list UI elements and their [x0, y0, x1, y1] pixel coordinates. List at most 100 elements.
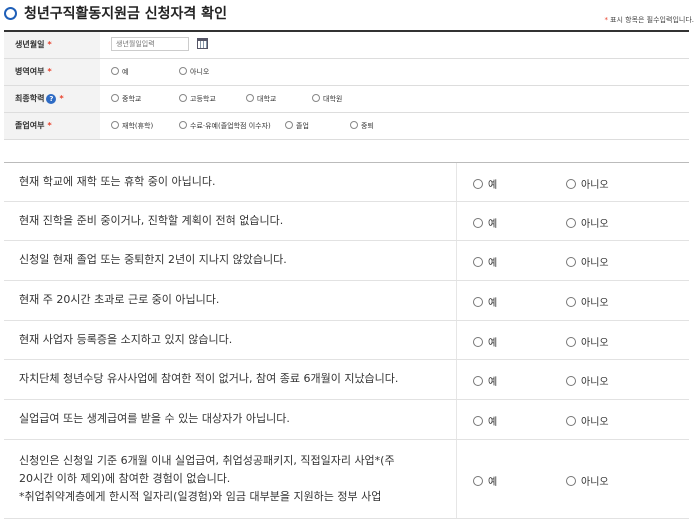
radio-icon[interactable] — [350, 121, 358, 129]
radio-icon[interactable] — [566, 218, 576, 228]
radio-icon[interactable] — [473, 476, 483, 486]
radio-icon[interactable] — [179, 121, 187, 129]
answer-label: 예 — [488, 417, 498, 428]
answer-no[interactable]: 아니오 — [566, 215, 609, 230]
radio-icon[interactable] — [566, 257, 576, 267]
education-option-middle[interactable]: 중학교 — [111, 86, 141, 112]
questions-table: 현재 학교에 재학 또는 휴학 중이 아닙니다. 예 아니오 현재 진학을 준비… — [4, 162, 690, 519]
help-icon[interactable]: ? — [46, 93, 57, 104]
answer-cell: 예 아니오 — [456, 202, 690, 240]
education-option-high[interactable]: 고등학교 — [179, 86, 216, 112]
form-row-birth: 생년월일 * — [4, 32, 689, 59]
answer-yes[interactable]: 예 — [473, 294, 497, 309]
radio-icon[interactable] — [473, 337, 483, 347]
required-star: * — [47, 121, 52, 130]
question-row: 현재 진학을 준비 중이거나, 진학할 계획이 전혀 없습니다. 예 아니오 — [4, 202, 690, 241]
graduation-option-dropout[interactable]: 중퇴 — [350, 113, 374, 139]
answer-yes[interactable]: 예 — [473, 215, 497, 230]
radio-icon[interactable] — [473, 179, 483, 189]
radio-icon[interactable] — [473, 257, 483, 267]
required-star: * — [604, 16, 609, 24]
answer-no[interactable]: 아니오 — [566, 473, 609, 488]
answer-no[interactable]: 아니오 — [566, 334, 609, 349]
graduation-option-enrolled[interactable]: 재학(휴학) — [111, 113, 153, 139]
radio-icon[interactable] — [246, 94, 254, 102]
question-line: 자치단체 청년수당 유사사업에 참여한 적이 없거나, 참여 종료 6개월이 지… — [19, 372, 399, 385]
radio-icon[interactable] — [179, 67, 187, 75]
radio-icon[interactable] — [566, 297, 576, 307]
education-option-university[interactable]: 대학교 — [246, 86, 276, 112]
radio-icon[interactable] — [566, 416, 576, 426]
answer-cell: 예 아니오 — [456, 321, 690, 359]
military-label-text: 병역여부 — [15, 67, 45, 76]
education-label-text: 최종학력 — [15, 94, 45, 103]
eligibility-form: 생년월일* 병역여부* 예 아니오 최종학력?* 중학교 고등학교 대학교 대학… — [4, 30, 689, 140]
answer-label: 아니오 — [581, 377, 609, 388]
option-label: 재학(휴학) — [122, 122, 154, 130]
graduation-option-completed[interactable]: 수료·유예(졸업학점 이수자) — [179, 113, 271, 139]
answer-no[interactable]: 아니오 — [566, 176, 609, 191]
military-option-yes[interactable]: 예 — [111, 59, 128, 85]
answer-cell: 예 아니오 — [456, 163, 690, 201]
radio-icon[interactable] — [179, 94, 187, 102]
question-text: 현재 학교에 재학 또는 휴학 중이 아닙니다. — [19, 173, 216, 191]
answer-yes[interactable]: 예 — [473, 334, 497, 349]
answer-label: 아니오 — [581, 180, 609, 191]
answer-label: 아니오 — [581, 417, 609, 428]
answer-label: 아니오 — [581, 477, 609, 488]
birth-label-text: 생년월일 — [15, 40, 45, 49]
question-row: 신청인은 신청일 기준 6개월 이내 실업급여, 취업성공패키지, 직접일자리 … — [4, 440, 690, 519]
radio-icon[interactable] — [111, 67, 119, 75]
answer-label: 예 — [488, 258, 498, 269]
radio-icon[interactable] — [473, 416, 483, 426]
form-row-military: 병역여부 * 예 아니오 — [4, 59, 689, 86]
radio-icon[interactable] — [566, 179, 576, 189]
answer-no[interactable]: 아니오 — [566, 413, 609, 428]
radio-icon[interactable] — [111, 94, 119, 102]
answer-yes[interactable]: 예 — [473, 413, 497, 428]
military-label: 병역여부 * — [4, 59, 100, 85]
question-line: 실업급여 또는 생계급여를 받을 수 있는 대상자가 아닙니다. — [19, 412, 290, 425]
answer-label: 아니오 — [581, 338, 609, 349]
answer-no[interactable]: 아니오 — [566, 294, 609, 309]
answer-no[interactable]: 아니오 — [566, 254, 609, 269]
answer-no[interactable]: 아니오 — [566, 373, 609, 388]
graduation-option-graduated[interactable]: 졸업 — [285, 113, 309, 139]
calendar-icon[interactable] — [197, 38, 208, 49]
answer-yes[interactable]: 예 — [473, 254, 497, 269]
question-line: 현재 학교에 재학 또는 휴학 중이 아닙니다. — [19, 175, 216, 188]
answer-label: 아니오 — [581, 258, 609, 269]
option-label: 아니오 — [190, 68, 210, 76]
question-line: 현재 진학을 준비 중이거나, 진학할 계획이 전혀 없습니다. — [19, 214, 284, 227]
answer-label: 아니오 — [581, 219, 609, 230]
form-row-graduation: 졸업여부 * 재학(휴학) 수료·유예(졸업학점 이수자) 졸업 중퇴 — [4, 113, 689, 140]
military-option-no[interactable]: 아니오 — [179, 59, 209, 85]
question-line: 현재 주 20시간 초과로 근로 중이 아닙니다. — [19, 293, 220, 306]
answer-label: 예 — [488, 377, 498, 388]
answer-yes[interactable]: 예 — [473, 176, 497, 191]
radio-icon[interactable] — [473, 297, 483, 307]
birth-date-input[interactable] — [111, 37, 189, 51]
radio-icon[interactable] — [473, 218, 483, 228]
question-text: 실업급여 또는 생계급여를 받을 수 있는 대상자가 아닙니다. — [19, 410, 290, 428]
form-row-education: 최종학력? * 중학교 고등학교 대학교 대학원 — [4, 86, 689, 113]
radio-icon[interactable] — [285, 121, 293, 129]
question-row: 현재 사업자 등록증을 소지하고 있지 않습니다. 예 아니오 — [4, 321, 690, 360]
answer-yes[interactable]: 예 — [473, 473, 497, 488]
option-label: 중퇴 — [361, 122, 374, 130]
question-text: 자치단체 청년수당 유사사업에 참여한 적이 없거나, 참여 종료 6개월이 지… — [19, 370, 398, 388]
answer-cell: 예 아니오 — [456, 440, 690, 518]
radio-icon[interactable] — [473, 376, 483, 386]
radio-icon[interactable] — [111, 121, 119, 129]
education-option-graduate[interactable]: 대학원 — [312, 86, 342, 112]
question-row: 실업급여 또는 생계급여를 받을 수 있는 대상자가 아닙니다. 예 아니오 — [4, 400, 690, 440]
radio-icon[interactable] — [566, 337, 576, 347]
question-row: 현재 학교에 재학 또는 휴학 중이 아닙니다. 예 아니오 — [4, 163, 690, 202]
answer-cell: 예 아니오 — [456, 241, 690, 280]
question-row: 현재 주 20시간 초과로 근로 중이 아닙니다. 예 아니오 — [4, 281, 690, 321]
radio-icon[interactable] — [566, 476, 576, 486]
question-line: 신청일 현재 졸업 또는 중퇴한지 2년이 지나지 않았습니다. — [19, 253, 287, 266]
radio-icon[interactable] — [312, 94, 320, 102]
answer-yes[interactable]: 예 — [473, 373, 497, 388]
radio-icon[interactable] — [566, 376, 576, 386]
